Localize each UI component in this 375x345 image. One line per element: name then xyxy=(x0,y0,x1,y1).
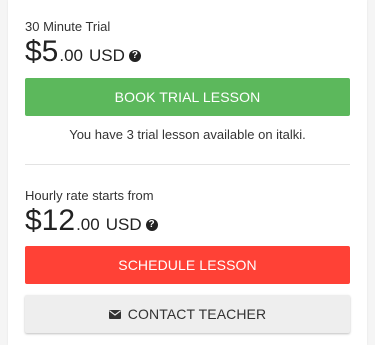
trial-label: 30 Minute Trial xyxy=(25,19,111,34)
question-circle-icon[interactable]: ? xyxy=(145,218,158,231)
trial-price-amount: $5 xyxy=(25,35,59,68)
envelope-icon xyxy=(108,309,121,319)
hourly-price-currency: USD xyxy=(105,215,142,234)
trial-price-cents: .00 xyxy=(59,46,84,65)
trial-price-currency: USD xyxy=(89,46,125,65)
question-circle-icon[interactable]: ? xyxy=(128,49,141,62)
contact-teacher-label: CONTACT TEACHER xyxy=(127,306,267,322)
trial-section: 30 Minute Trial $5 .00 USD ? xyxy=(25,19,350,69)
schedule-lesson-button[interactable]: SCHEDULE LESSON xyxy=(25,246,350,284)
hourly-label: Hourly rate starts from xyxy=(25,188,154,203)
lesson-pricing-card: 30 Minute Trial $5 .00 USD ? BOOK TRIAL … xyxy=(8,0,367,345)
book-trial-lesson-button[interactable]: BOOK TRIAL LESSON xyxy=(25,78,350,116)
hourly-price-cents: .00 xyxy=(76,215,100,234)
section-divider xyxy=(25,164,350,165)
hourly-price-amount: $12 xyxy=(25,204,76,237)
trial-price: $5 .00 USD ? xyxy=(25,35,350,69)
contact-teacher-button[interactable]: CONTACT TEACHER xyxy=(25,295,350,333)
trial-availability-note: You have 3 trial lesson available on ita… xyxy=(69,127,306,142)
hourly-section: Hourly rate starts from $12 .00 USD ? xyxy=(25,188,350,238)
hourly-price: $12 .00 USD ? xyxy=(25,204,350,238)
